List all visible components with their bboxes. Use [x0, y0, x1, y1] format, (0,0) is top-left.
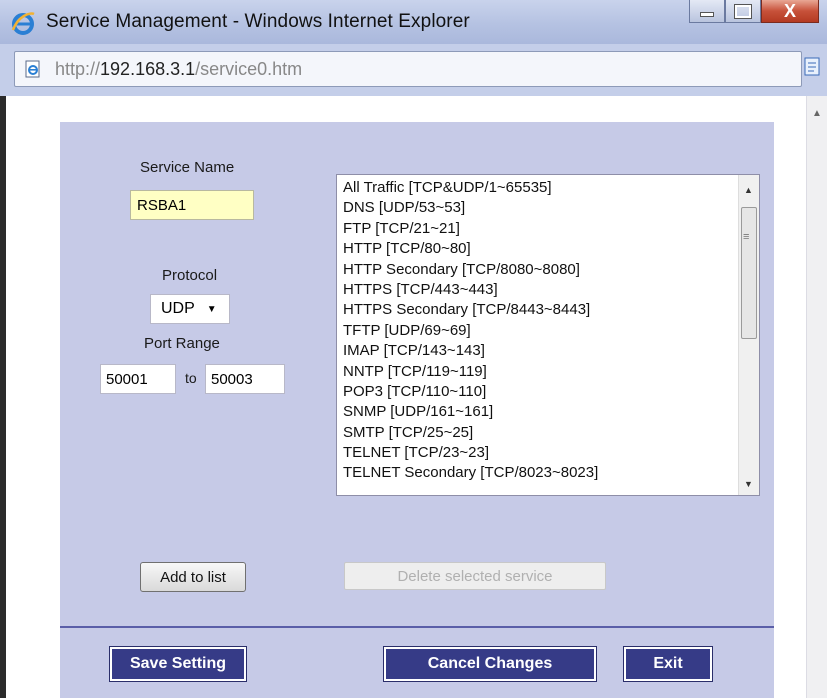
page-content: ▲ Service Name Protocol UDP ▼ Port Range…	[0, 96, 827, 698]
service-list-item[interactable]: NNTP [TCP/119~119]	[337, 362, 759, 382]
save-setting-button[interactable]: Save Setting	[109, 646, 247, 682]
dropdown-caret-icon: ▼	[206, 303, 217, 315]
close-icon[interactable]: X	[761, 0, 819, 23]
scroll-up-icon[interactable]: ▲	[744, 185, 753, 195]
service-list-item[interactable]: TELNET Secondary [TCP/8023~8023]	[337, 463, 759, 483]
compatibility-view-icon[interactable]	[803, 56, 823, 78]
service-list-item[interactable]: DNS [UDP/53~53]	[337, 198, 759, 218]
address-bar: http://192.168.3.1/service0.htm	[0, 44, 827, 96]
url-field[interactable]: http://192.168.3.1/service0.htm	[14, 51, 802, 87]
protocol-value: UDP	[161, 300, 195, 317]
service-list-item[interactable]: HTTPS Secondary [TCP/8443~8443]	[337, 300, 759, 320]
exit-button[interactable]: Exit	[623, 646, 713, 682]
service-list-item[interactable]: All Traffic [TCP&UDP/1~65535]	[337, 178, 759, 198]
service-list-item[interactable]: TELNET [TCP/23~23]	[337, 443, 759, 463]
window-title: Service Management - Windows Internet Ex…	[46, 11, 470, 32]
add-to-list-button[interactable]: Add to list	[140, 562, 246, 592]
service-list-item[interactable]: TFTP [UDP/69~69]	[337, 321, 759, 341]
service-list-item[interactable]: FTP [TCP/21~21]	[337, 219, 759, 239]
cancel-changes-button[interactable]: Cancel Changes	[383, 646, 597, 682]
service-management-panel: Service Name Protocol UDP ▼ Port Range t…	[60, 122, 774, 698]
service-list-item[interactable]: IMAP [TCP/143~143]	[337, 341, 759, 361]
window-titlebar: Service Management - Windows Internet Ex…	[0, 0, 827, 44]
protocol-label: Protocol	[162, 267, 218, 284]
service-list-item[interactable]: SMTP [TCP/25~25]	[337, 423, 759, 443]
service-list-item[interactable]: HTTP [TCP/80~80]	[337, 239, 759, 259]
scroll-grip-icon: ≡	[743, 231, 750, 243]
divider	[60, 626, 774, 628]
window-controls: X	[689, 0, 819, 24]
port-end-input[interactable]	[205, 364, 285, 394]
page-scrollbar[interactable]: ▲	[806, 96, 827, 698]
port-start-input[interactable]	[100, 364, 176, 394]
scrollbar-thumb[interactable]	[741, 207, 757, 339]
service-list-item[interactable]: HTTPS [TCP/443~443]	[337, 280, 759, 300]
service-listbox[interactable]: All Traffic [TCP&UDP/1~65535] DNS [UDP/53…	[336, 174, 760, 496]
service-list: All Traffic [TCP&UDP/1~65535] DNS [UDP/53…	[337, 175, 759, 484]
scroll-down-icon[interactable]: ▼	[744, 479, 753, 489]
scroll-up-icon[interactable]: ▲	[812, 108, 822, 119]
minimize-icon[interactable]	[689, 0, 725, 23]
port-range-label: Port Range	[144, 335, 220, 352]
delete-selected-service-button[interactable]: Delete selected service	[344, 562, 606, 590]
service-name-label: Service Name	[140, 159, 235, 176]
protocol-select[interactable]: UDP ▼	[150, 294, 230, 324]
maximize-icon[interactable]	[725, 0, 761, 23]
port-to-label: to	[185, 370, 197, 386]
listbox-scrollbar[interactable]: ▲ ≡ ▼	[738, 175, 759, 495]
service-list-item[interactable]: SNMP [UDP/161~161]	[337, 402, 759, 422]
service-list-item[interactable]: HTTP Secondary [TCP/8080~8080]	[337, 260, 759, 280]
window-left-edge	[0, 96, 6, 698]
service-name-input[interactable]	[130, 190, 254, 220]
service-list-item[interactable]: POP3 [TCP/110~110]	[337, 382, 759, 402]
ie-logo-icon	[11, 12, 35, 35]
page-icon	[25, 60, 40, 78]
url-text: http://192.168.3.1/service0.htm	[55, 59, 303, 79]
